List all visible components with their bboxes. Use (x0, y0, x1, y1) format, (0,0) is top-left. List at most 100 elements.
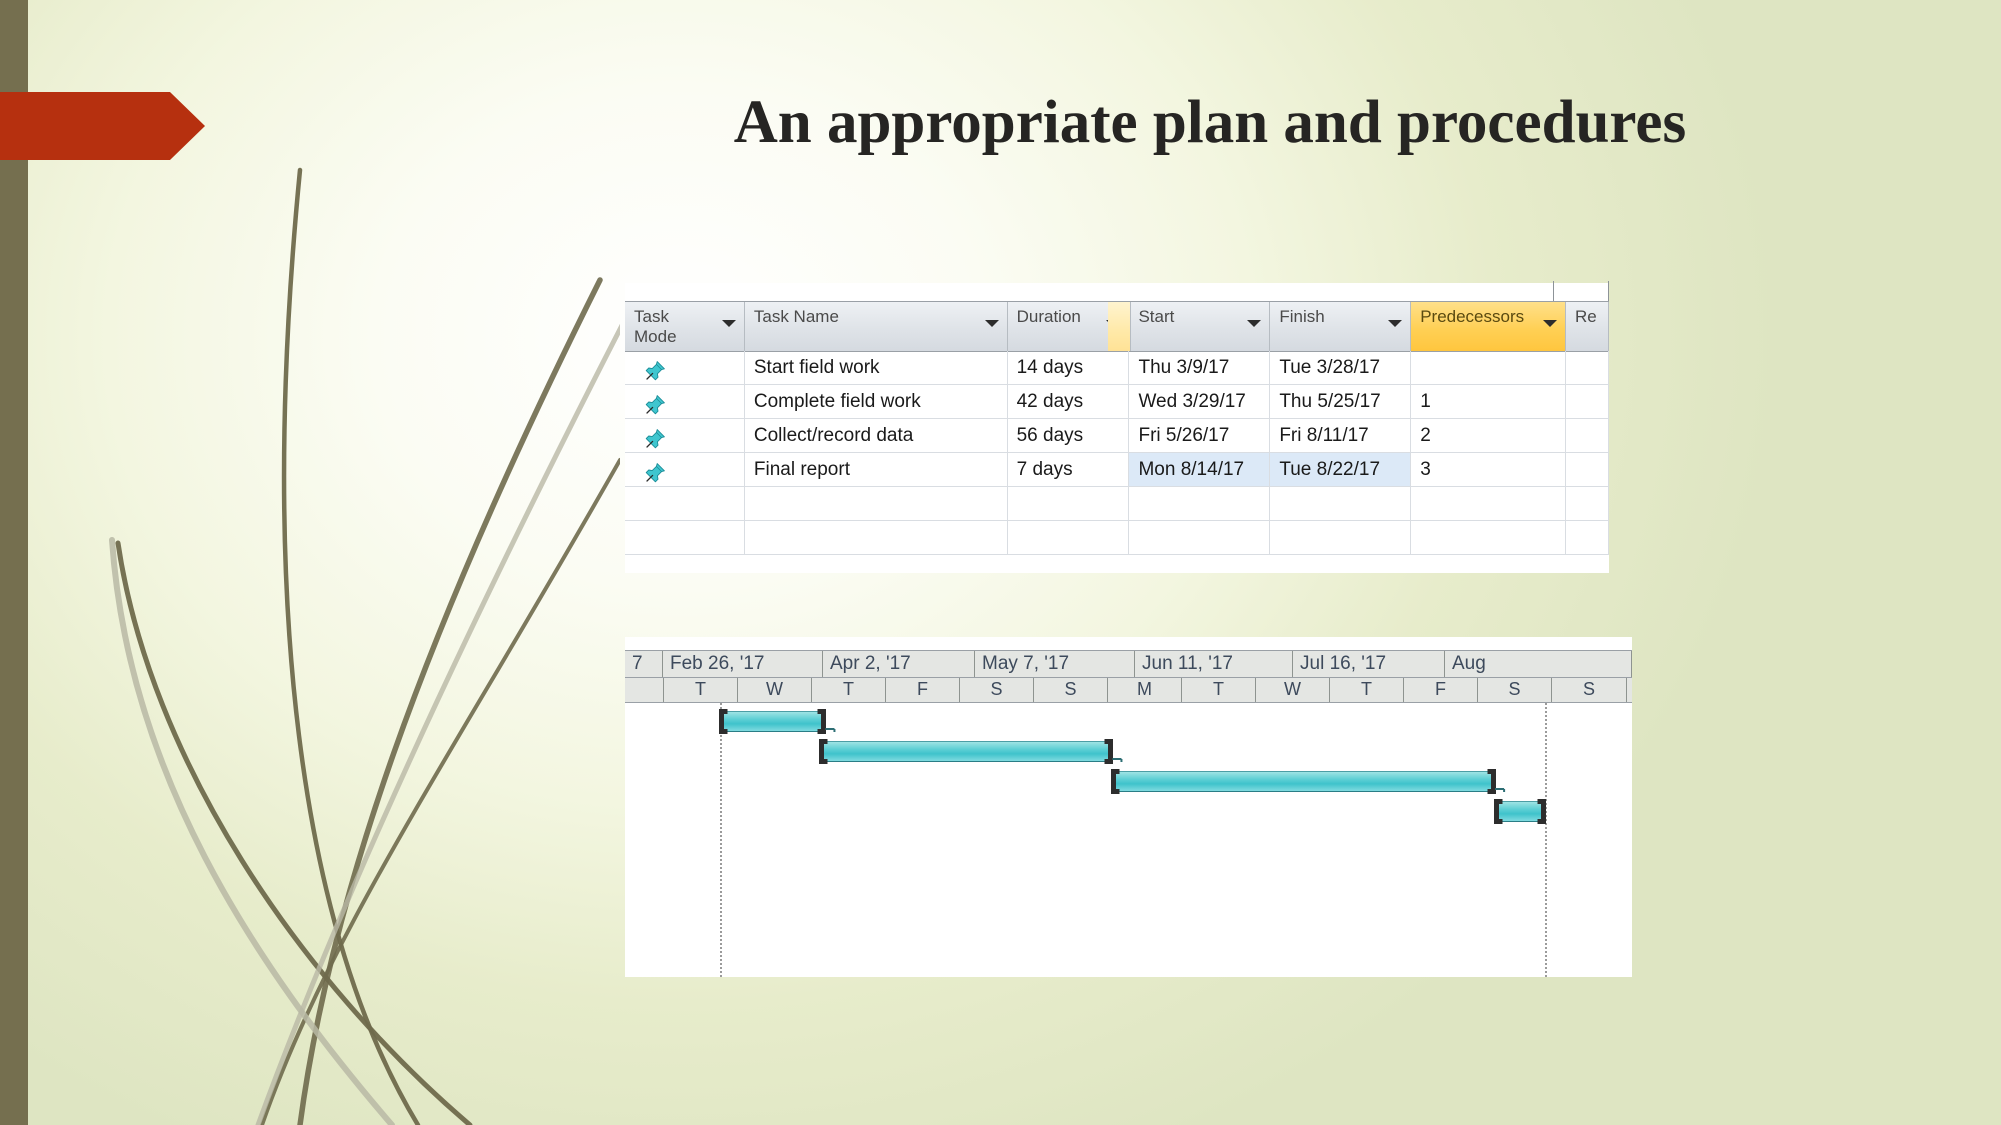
dependency-link-arrow (825, 728, 836, 732)
start-cell[interactable]: Fri 5/26/17 (1129, 419, 1271, 452)
duration-cell-text: 7 days (1016, 459, 1073, 480)
timeline-week-label: Apr 2, '17 (823, 651, 975, 677)
timeline-week-label: Aug (1445, 651, 1632, 677)
timeline-day-label: T (812, 678, 886, 702)
timeline-week-label: May 7, '17 (975, 651, 1135, 677)
gantt-day-header-row: TWTFSSMTWTFSS (625, 678, 1632, 703)
task-name-cell[interactable]: Final report (745, 453, 1008, 486)
task-mode-cell[interactable] (625, 521, 745, 554)
duration-cell[interactable]: 56 days (1008, 419, 1130, 452)
pushpin-icon (645, 463, 665, 483)
task-name-cell[interactable] (745, 521, 1008, 554)
table-row[interactable] (625, 521, 1609, 555)
task-mode-cell[interactable] (625, 419, 745, 452)
task-mode-cell[interactable] (625, 385, 745, 418)
duration-cell-text: 56 days (1016, 425, 1084, 446)
duration-cell[interactable]: 7 days (1008, 453, 1130, 486)
column-header-task-name[interactable]: Task Name (744, 302, 1008, 351)
resource-cell[interactable] (1566, 385, 1609, 418)
resource-cell[interactable] (1566, 521, 1609, 554)
filter-chevron-down-icon[interactable] (721, 320, 736, 327)
task-mode-cell[interactable] (625, 453, 745, 486)
timeline-day-label: S (1478, 678, 1552, 702)
start-cell[interactable] (1129, 487, 1271, 520)
left-accent-bar (0, 0, 28, 1125)
task-name-cell[interactable]: Complete field work (745, 385, 1008, 418)
table-row[interactable]: Complete field work 42 days Wed 3/29/17 Thu… (625, 385, 1609, 419)
red-chevron-banner (0, 92, 205, 160)
table-row[interactable]: Collect/record data 56 days Fri 5/26/17 Fri… (625, 419, 1609, 453)
column-header-label: Predecessors (1420, 307, 1525, 326)
page-title: An appropriate plan and procedures (733, 89, 1687, 156)
column-divider-handle-end[interactable] (1608, 281, 1609, 301)
finish-cell[interactable]: Tue 8/22/17 (1270, 453, 1412, 486)
gantt-bar-fill (820, 741, 1113, 762)
finish-cell[interactable]: Fri 8/11/17 (1270, 419, 1412, 452)
duration-cell[interactable]: 42 days (1008, 385, 1130, 418)
gantt-bar[interactable] (1111, 769, 1497, 794)
column-header-task-mode[interactable]: Task Mode (625, 302, 745, 351)
task-mode-cell[interactable] (625, 351, 745, 384)
timeline-week-label: Jun 11, '17 (1135, 651, 1293, 677)
task-name-cell-text: Complete field work (753, 391, 921, 412)
gantt-bar-fill (719, 711, 826, 732)
start-cell[interactable]: Thu 3/9/17 (1129, 351, 1271, 384)
resource-cell[interactable] (1566, 453, 1609, 486)
timeline-day-label: T (664, 678, 738, 702)
filter-chevron-down-icon[interactable] (1247, 320, 1262, 327)
gantt-bar[interactable] (718, 709, 827, 734)
duration-cell-text: 42 days (1016, 391, 1084, 412)
table-row[interactable]: Final report 7 days Mon 8/14/17 Tue 8/22/17… (625, 453, 1609, 487)
resource-cell[interactable] (1566, 351, 1609, 384)
gantt-bar[interactable] (819, 739, 1114, 764)
column-header-finish[interactable]: Finish (1270, 302, 1412, 351)
finish-cell[interactable] (1270, 521, 1412, 554)
timeline-day-label: T (1182, 678, 1256, 702)
task-mode-cell[interactable] (625, 487, 745, 520)
resource-cell[interactable] (1566, 419, 1609, 452)
table-row[interactable]: Start field work 14 days Thu 3/9/17 Tue 3/2… (625, 351, 1609, 385)
start-cell[interactable] (1129, 521, 1271, 554)
bar-right-bracket-icon (817, 709, 827, 734)
filter-chevron-down-icon[interactable] (1388, 320, 1403, 327)
column-divider-handle[interactable] (1553, 281, 1554, 301)
finish-cell[interactable] (1270, 487, 1412, 520)
table-row[interactable] (625, 487, 1609, 521)
start-cell[interactable]: Mon 8/14/17 (1129, 453, 1271, 486)
finish-cell[interactable]: Thu 5/25/17 (1270, 385, 1412, 418)
predecessors-cell[interactable]: 3 (1411, 453, 1567, 486)
start-cell-text: Mon 8/14/17 (1138, 459, 1245, 480)
start-cell-text: Fri 5/26/17 (1138, 425, 1230, 446)
finish-cell-text: Fri 8/11/17 (1279, 425, 1369, 446)
filter-chevron-down-icon[interactable] (984, 320, 999, 327)
task-name-cell[interactable]: Collect/record data (745, 419, 1008, 452)
bar-left-bracket-icon (1111, 769, 1120, 794)
resource-cell[interactable] (1566, 487, 1609, 520)
timeline-day-label: F (1404, 678, 1478, 702)
column-header-re[interactable]: Re (1566, 302, 1609, 351)
finish-cell-text: Tue 3/28/17 (1279, 357, 1381, 378)
duration-cell[interactable] (1008, 521, 1130, 554)
duration-sort-highlight[interactable] (1108, 302, 1131, 351)
start-cell[interactable]: Wed 3/29/17 (1129, 385, 1271, 418)
predecessors-cell-text: 3 (1420, 459, 1431, 480)
gantt-chart-panel: 7 Feb 26, '17 Apr 2, '17 May 7, '17 Jun 11, … (625, 637, 1632, 977)
predecessors-cell[interactable] (1411, 487, 1567, 520)
finish-cell[interactable]: Tue 3/28/17 (1270, 351, 1412, 384)
column-header-start[interactable]: Start (1129, 302, 1271, 351)
column-header-predecessors[interactable]: Predecessors (1411, 302, 1567, 351)
gantt-bar[interactable] (1494, 799, 1547, 824)
task-name-cell[interactable] (745, 487, 1008, 520)
task-name-cell[interactable]: Start field work (745, 351, 1008, 384)
filter-chevron-down-icon[interactable] (1543, 320, 1558, 327)
predecessors-cell[interactable]: 2 (1411, 419, 1567, 452)
predecessors-cell[interactable] (1411, 521, 1567, 554)
predecessors-cell[interactable]: 1 (1411, 385, 1567, 418)
timeline-week-label: Feb 26, '17 (663, 651, 823, 677)
duration-cell[interactable] (1008, 487, 1130, 520)
gantt-week-header-row: 7 Feb 26, '17 Apr 2, '17 May 7, '17 Jun 11, … (625, 651, 1632, 678)
duration-cell[interactable]: 14 days (1008, 351, 1130, 384)
predecessors-cell[interactable] (1411, 351, 1567, 384)
bar-left-bracket-icon (819, 739, 828, 764)
task-name-cell-text: Final report (753, 459, 850, 480)
